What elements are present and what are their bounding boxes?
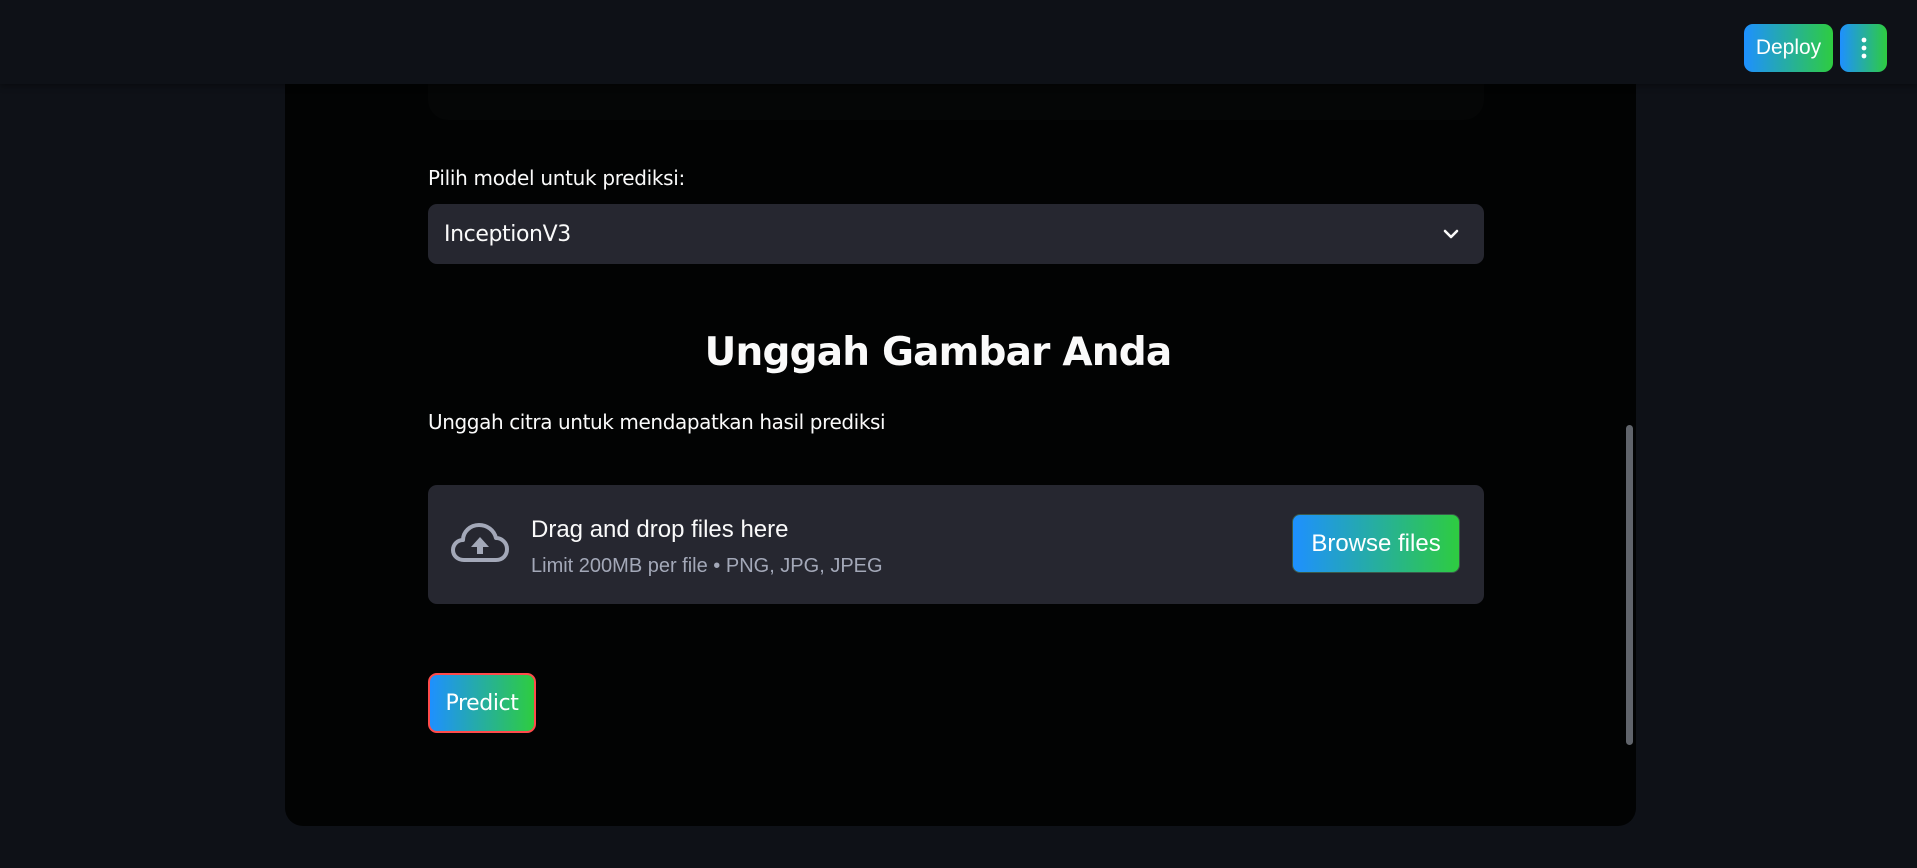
chevron-down-icon — [1443, 229, 1459, 239]
vertical-ellipsis-icon — [1861, 37, 1866, 59]
upload-section-subtitle: Unggah citra untuk mendapatkan hasil pre… — [428, 410, 886, 434]
app-header: Deploy — [0, 0, 1917, 84]
cloud-upload-icon — [451, 523, 509, 562]
file-dropzone[interactable]: Drag and drop files here Limit 200MB per… — [428, 485, 1484, 604]
model-select[interactable]: InceptionV3 — [428, 204, 1484, 264]
dropzone-title: Drag and drop files here — [531, 516, 789, 543]
model-select-label: Pilih model untuk prediksi: — [428, 166, 685, 190]
model-select-value: InceptionV3 — [444, 222, 571, 247]
browse-files-button[interactable]: Browse files — [1292, 514, 1460, 573]
main-menu-button[interactable] — [1840, 24, 1887, 72]
scrollbar-thumb[interactable] — [1626, 425, 1633, 745]
deploy-button[interactable]: Deploy — [1744, 24, 1833, 72]
predict-button[interactable]: Predict — [428, 673, 536, 733]
upload-section-title: Unggah Gambar Anda — [704, 330, 1173, 375]
dropzone-limit-text: Limit 200MB per file • PNG, JPG, JPEG — [531, 555, 883, 577]
